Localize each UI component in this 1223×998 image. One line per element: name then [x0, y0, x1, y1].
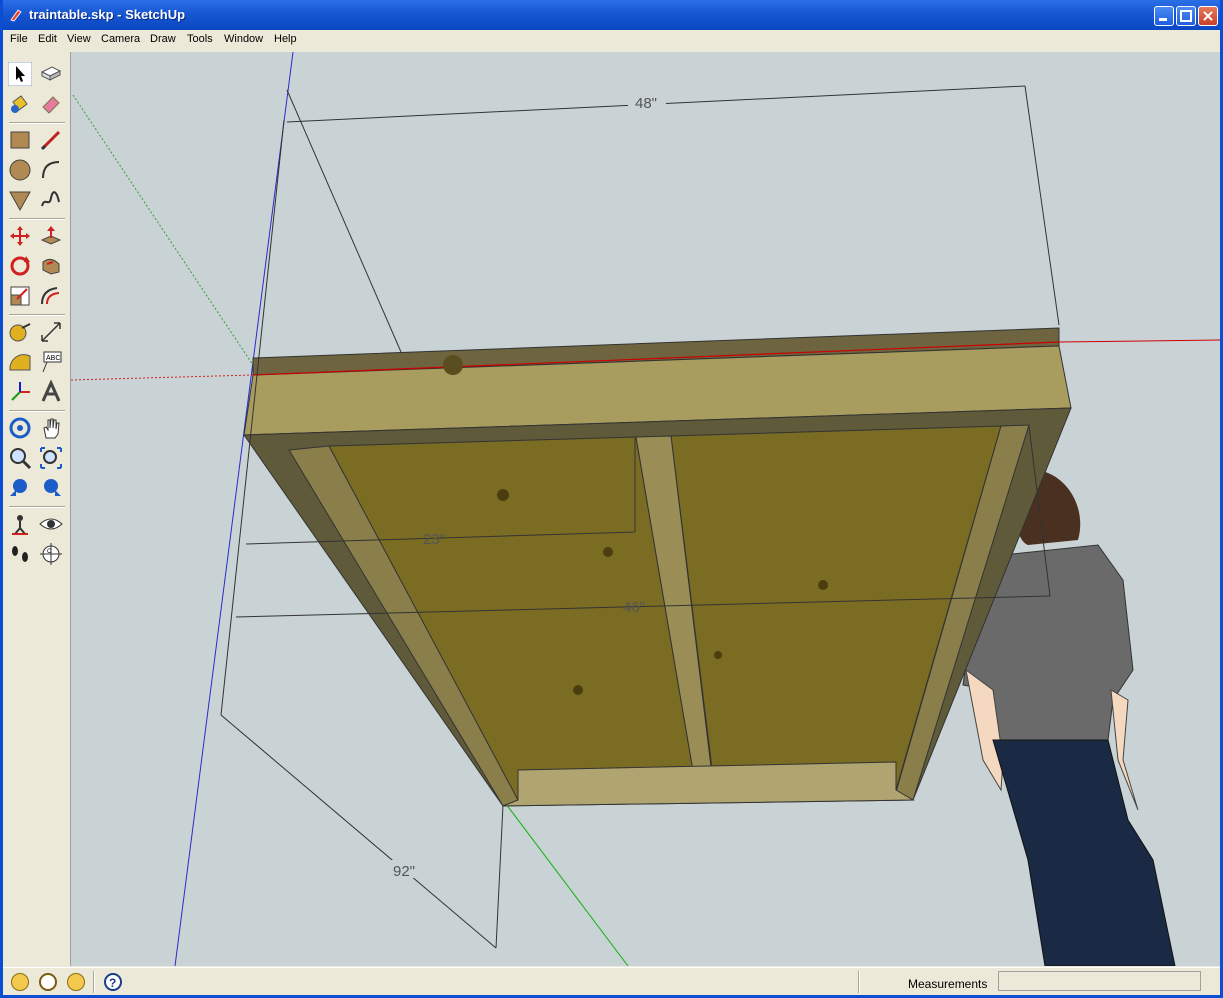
protractor-icon[interactable] [8, 350, 32, 374]
follow-me-icon[interactable] [39, 254, 63, 278]
offset-icon[interactable] [39, 284, 63, 308]
help-icon[interactable]: ? [104, 973, 122, 991]
section-plane-icon[interactable]: C [39, 542, 63, 566]
position-camera-icon[interactable] [8, 512, 32, 536]
close-button[interactable] [1198, 6, 1218, 26]
make-component-icon[interactable] [39, 62, 63, 86]
line-icon[interactable] [39, 128, 63, 152]
wood-knot [714, 651, 722, 659]
green-axis-dotted [72, 94, 254, 366]
menu-draw[interactable]: Draw [150, 33, 176, 45]
end-joist [502, 761, 915, 807]
measurements-field[interactable] [998, 971, 1201, 991]
dimension-label-92: 92" [393, 863, 415, 880]
look-around-icon[interactable] [39, 512, 63, 536]
status-divider [93, 971, 95, 993]
eraser-icon[interactable] [39, 92, 63, 116]
circle-icon[interactable] [8, 158, 32, 182]
toolbar-separator [9, 506, 65, 508]
red-axis-dotted [71, 374, 254, 381]
menu-edit[interactable]: Edit [38, 33, 57, 45]
axes-icon[interactable] [8, 380, 32, 404]
tape-measure-icon[interactable] [8, 320, 32, 344]
window-title: traintable.skp - SketchUp [29, 7, 186, 22]
maximize-icon [1180, 10, 1192, 22]
red-axis-extension [1058, 339, 1220, 343]
svg-text:ABC: ABC [46, 355, 60, 362]
status-bar: ? Measurements [3, 967, 1220, 995]
credits-icon[interactable] [39, 973, 57, 991]
google-sign-in-icon[interactable] [67, 973, 85, 991]
menu-view[interactable]: View [67, 33, 91, 45]
next-view-icon[interactable] [39, 476, 63, 500]
menu-camera[interactable]: Camera [101, 33, 140, 45]
dimension-label-23: 23" [423, 531, 445, 548]
title-bar[interactable]: traintable.skp - SketchUp [3, 0, 1220, 30]
select-icon[interactable] [8, 62, 32, 86]
zoom-icon[interactable] [8, 446, 32, 470]
question-mark-icon: ? [109, 976, 116, 990]
menu-tools[interactable]: Tools [187, 33, 213, 45]
rectangle-icon[interactable] [8, 128, 32, 152]
wood-knot [497, 489, 509, 501]
maximize-button[interactable] [1176, 6, 1196, 26]
sketchup-app-icon [10, 9, 22, 22]
status-divider [858, 971, 860, 993]
pan-icon[interactable] [39, 416, 63, 440]
blue-axis [174, 52, 294, 966]
toolbar-separator [9, 218, 65, 220]
polygon-icon[interactable] [8, 188, 32, 212]
text-icon[interactable]: ABC [39, 350, 63, 374]
arc-icon[interactable] [39, 158, 63, 182]
menu-help[interactable]: Help [274, 33, 297, 45]
rotate-icon[interactable] [8, 254, 32, 278]
wood-knot [573, 685, 583, 695]
menu-window[interactable]: Window [224, 33, 263, 45]
paint-bucket-icon[interactable] [8, 92, 32, 116]
sketchup-window: traintable.skp - SketchUp File Edit View… [0, 0, 1223, 998]
freehand-icon[interactable] [39, 188, 63, 212]
wood-knot [443, 355, 463, 375]
3d-text-icon[interactable] [39, 380, 63, 404]
geo-location-icon[interactable] [11, 973, 29, 991]
dimension-icon[interactable] [39, 320, 63, 344]
minimize-icon [1159, 18, 1167, 21]
svg-text:?: ? [109, 976, 116, 989]
minimize-button[interactable] [1154, 6, 1174, 26]
close-icon [1203, 11, 1213, 21]
zoom-extents-icon[interactable] [39, 446, 63, 470]
model-canvas[interactable]: 48" 92" 23" 46" [71, 52, 1220, 966]
orbit-icon[interactable] [8, 416, 32, 440]
toolbar-separator [9, 122, 65, 124]
toolbar-separator [9, 410, 65, 412]
svg-text:C: C [47, 549, 52, 555]
figure-jeans [992, 739, 1176, 966]
tool-palette: ABC C [3, 52, 71, 966]
drawing-viewport[interactable]: 48" 92" 23" 46" [71, 52, 1220, 966]
walk-icon[interactable] [8, 542, 32, 566]
green-axis [502, 799, 629, 966]
measurements-label: Measurements [908, 977, 988, 991]
scale-icon[interactable] [8, 284, 32, 308]
menu-bar: File Edit View Camera Draw Tools Window … [3, 30, 1220, 50]
push-pull-icon[interactable] [39, 224, 63, 248]
dimension-label-46: 46" [623, 599, 645, 616]
toolbar-separator [9, 314, 65, 316]
previous-view-icon[interactable] [8, 476, 32, 500]
menu-file[interactable]: File [10, 33, 28, 45]
wood-knot [603, 547, 613, 557]
dimension-label-48: 48" [635, 95, 657, 112]
move-icon[interactable] [8, 224, 32, 248]
wood-knot [818, 580, 828, 590]
